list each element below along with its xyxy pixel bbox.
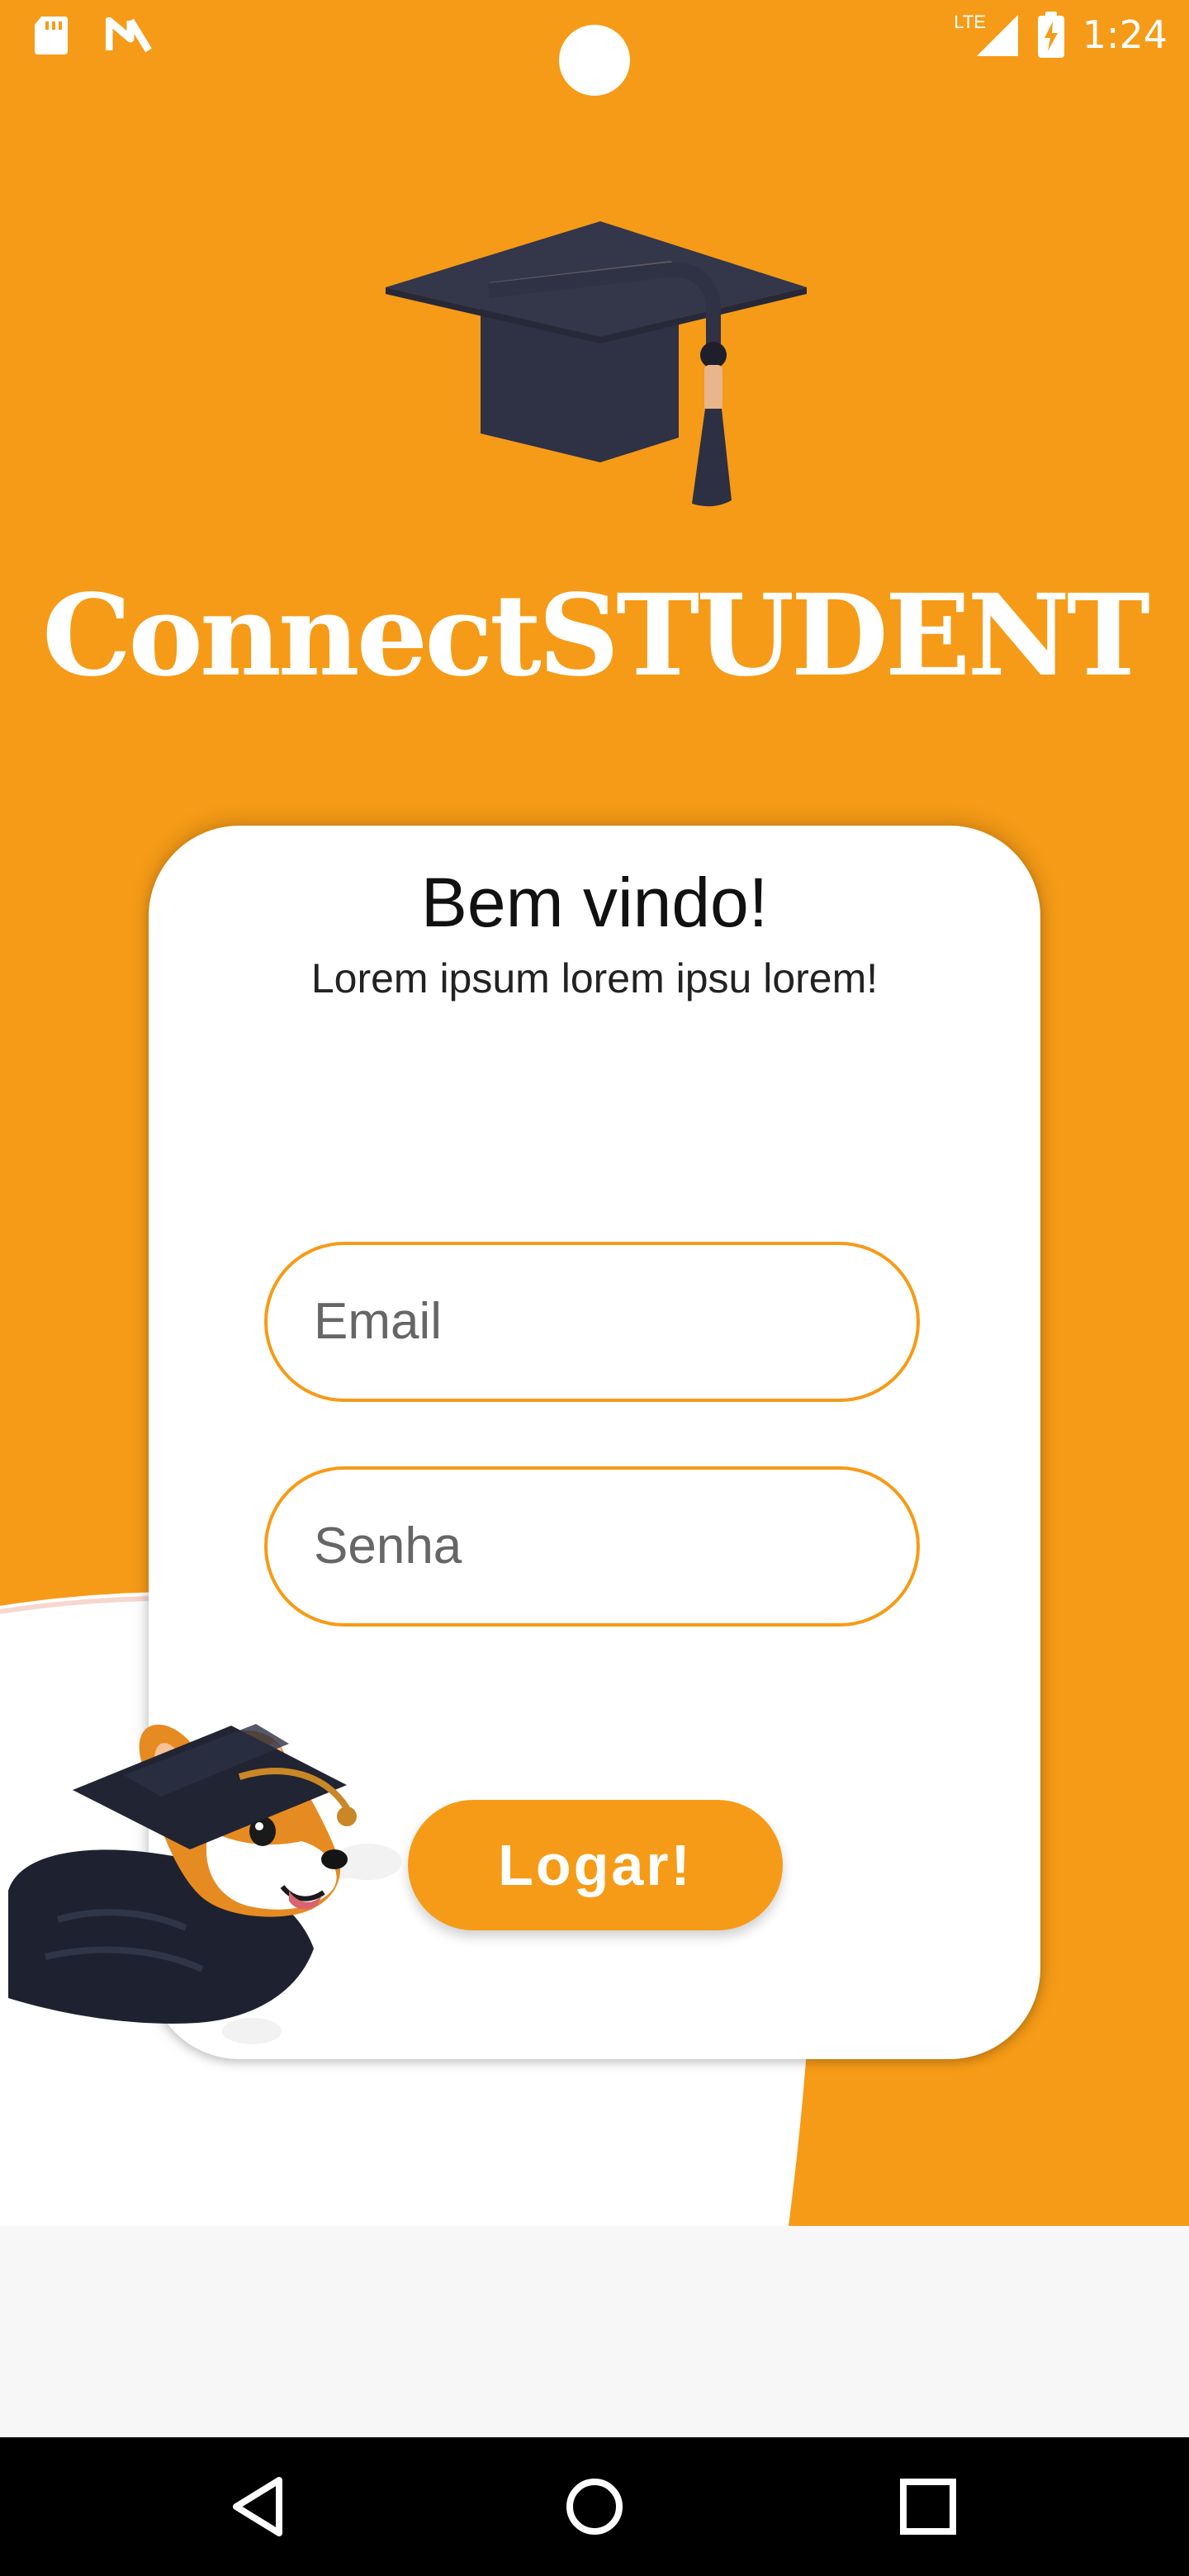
status-bar: LTE 1:24 [0,0,1189,96]
email-field[interactable]: Email [264,1242,920,1402]
login-screen: LTE 1:24 ConnectSTUDENT Bem vindo! Lorem… [0,0,1189,2226]
login-button[interactable]: Logar! [408,1800,783,1930]
n-notification-icon [106,17,152,53]
lte-label: LTE [954,12,986,32]
system-navigation-bar [0,2437,1189,2576]
back-button[interactable] [220,2465,302,2548]
clock: 1:24 [1082,12,1168,57]
graduation-cap-icon [386,221,807,507]
welcome-title: Bem vindo! [420,864,769,941]
home-button[interactable] [553,2465,636,2548]
battery-charging-icon [1037,12,1064,58]
sd-card-icon [35,17,68,54]
welcome-subtitle: Lorem ipsum lorem ipsu lorem! [310,955,879,1002]
app-title: ConnectSTUDENT [42,570,1150,702]
camera-notch [559,25,630,96]
password-field[interactable]: Senha [264,1466,920,1627]
corgi-graduate-illustration [8,1724,402,2044]
recents-button[interactable] [887,2465,969,2548]
